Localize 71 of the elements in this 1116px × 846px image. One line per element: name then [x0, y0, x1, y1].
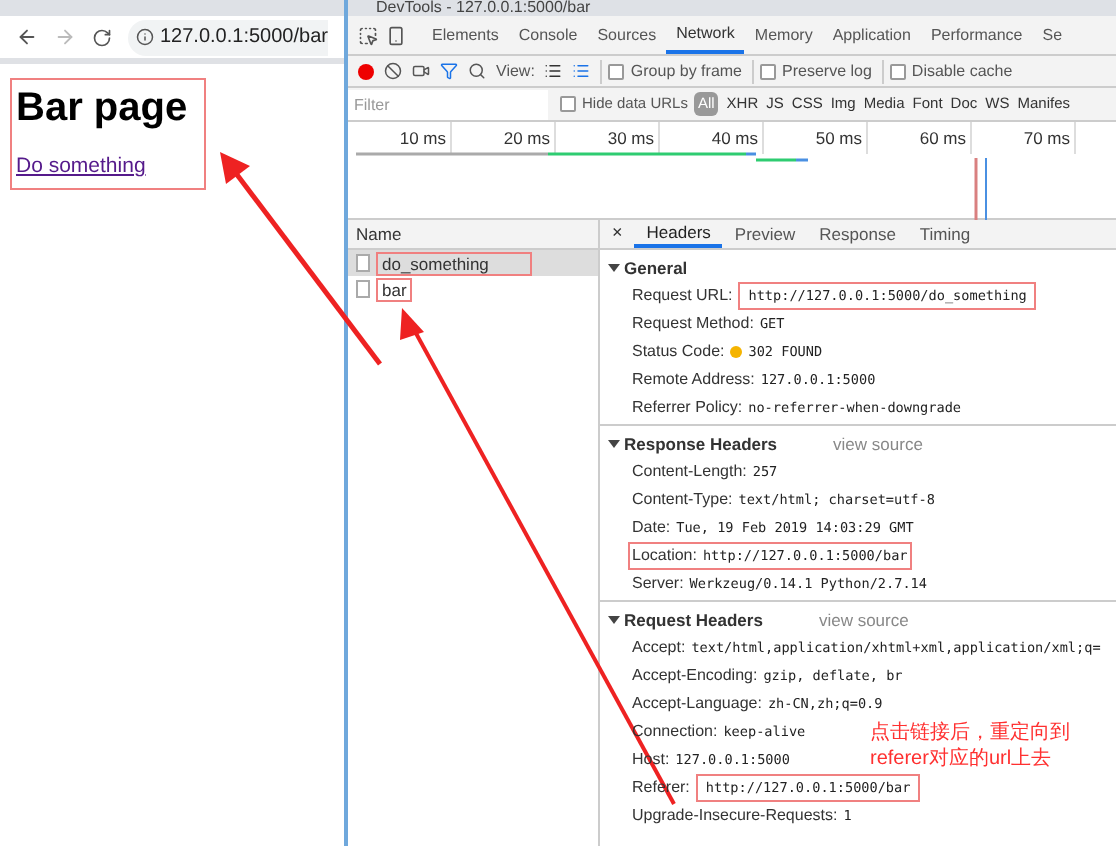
tick-label: 60 ms: [868, 122, 972, 154]
panel-tab[interactable]: Memory: [744, 16, 823, 54]
checkbox[interactable]: [608, 63, 625, 79]
header-name: Accept:: [632, 636, 686, 660]
header-name: Upgrade-Insecure-Requests:: [632, 804, 838, 828]
page-heading: Bar page: [16, 84, 190, 134]
request-row[interactable]: do_something: [348, 250, 598, 276]
panel-tab[interactable]: Console: [508, 16, 588, 54]
view-label: View:: [496, 59, 535, 83]
tick-label: 50 ms: [764, 122, 868, 154]
panel-tab[interactable]: Elements: [422, 16, 509, 54]
disclosure-triangle-icon[interactable]: [608, 616, 620, 624]
header-name: Referrer Policy:: [632, 396, 743, 420]
option-label: Preserve log: [782, 59, 872, 83]
header-name: Accept-Language:: [632, 692, 762, 716]
request-name: bar: [376, 277, 413, 301]
disclosure-triangle-icon[interactable]: [608, 264, 620, 272]
filter-field[interactable]: Filter: [348, 89, 548, 119]
tick-label: 30 ms: [556, 122, 660, 154]
detail-tab[interactable]: Timing: [907, 220, 983, 248]
detail-tab[interactable]: Preview: [722, 220, 808, 248]
detail-tab[interactable]: Response: [807, 220, 908, 248]
panel-tab[interactable]: Application: [822, 16, 921, 54]
close-button[interactable]: ×: [600, 220, 635, 248]
checkbox[interactable]: [560, 96, 576, 112]
section-title[interactable]: Response Headers: [624, 431, 778, 457]
list-view-icon[interactable]: [544, 62, 563, 80]
view-source-link[interactable]: view source: [818, 607, 909, 633]
header-name: Request URL:: [632, 284, 733, 308]
option-label: Disable cache: [911, 59, 1013, 83]
annotation-note: 点击链接后，重定向到 referer对应的url上去: [870, 720, 1070, 772]
request-name: do_something: [376, 251, 532, 275]
tick-label: 20 ms: [452, 122, 556, 154]
search-icon[interactable]: [468, 62, 486, 80]
header-name: Accept-Encoding:: [632, 664, 758, 688]
back-icon[interactable]: [16, 26, 38, 48]
header-name: Location:: [632, 544, 697, 568]
header-name: Date:: [632, 516, 671, 540]
filter-icon[interactable]: [440, 62, 458, 80]
camera-icon[interactable]: [412, 62, 430, 80]
header-name: Content-Length:: [632, 460, 747, 484]
waterfall-view-icon[interactable]: [572, 62, 591, 80]
tick-label: 10 ms: [348, 122, 452, 154]
header-name: Server:: [632, 572, 684, 596]
section-title[interactable]: General: [624, 255, 688, 281]
detail-tab[interactable]: Headers: [634, 220, 723, 248]
tick-label: 70 ms: [972, 122, 1076, 154]
disclosure-triangle-icon[interactable]: [608, 440, 620, 448]
address-bar[interactable]: 127.0.0.1:5000/bar: [128, 19, 328, 55]
view-source-link[interactable]: view source: [833, 431, 923, 457]
do-something-link[interactable]: Do something: [16, 152, 200, 184]
clear-icon[interactable]: [384, 62, 402, 80]
reload-icon[interactable]: [92, 27, 112, 47]
panel-tab[interactable]: Se: [1032, 16, 1073, 54]
panel-tab[interactable]: Performance: [920, 16, 1033, 54]
window-title: DevTools - 127.0.0.1:5000/bar: [376, 0, 591, 16]
header-name: Remote Address:: [632, 368, 755, 392]
checkbox[interactable]: [889, 63, 906, 79]
info-icon: [136, 28, 154, 46]
header-name: Request Method:: [632, 312, 754, 336]
column-header: Name: [348, 220, 598, 250]
header-name: Content-Type:: [632, 488, 733, 512]
device-icon[interactable]: [386, 25, 406, 45]
panel-tab[interactable]: Sources: [587, 16, 667, 54]
section-title[interactable]: Request Headers: [624, 607, 763, 633]
record-icon[interactable]: [358, 63, 374, 79]
tick-label: 40 ms: [660, 122, 764, 154]
checkbox[interactable]: [760, 63, 776, 79]
inspect-icon[interactable]: [358, 25, 378, 45]
option-label: Group by frame: [630, 59, 742, 83]
header-name: Status Code:: [632, 340, 725, 364]
